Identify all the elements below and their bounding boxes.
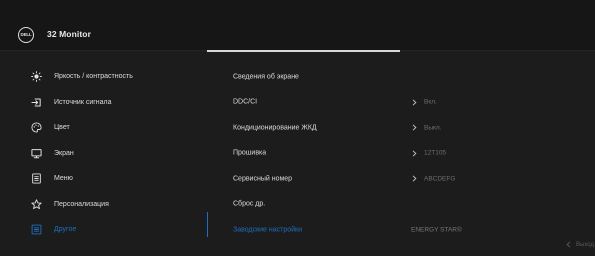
menu-icon: [31, 173, 42, 184]
menu-item-menu[interactable]: Меню: [0, 166, 205, 192]
submenu-item-value: Вкл.: [424, 98, 437, 106]
submenu-item-label: DDC/CI: [233, 98, 258, 106]
chevron-left-icon: [566, 241, 571, 248]
selection-divider: [207, 212, 209, 237]
exit-button[interactable]: Выход: [566, 241, 594, 248]
submenu-item-label: Сведения об экране: [233, 73, 299, 81]
submenu-item-label: Сброс др.: [233, 200, 266, 208]
monitor-title: 32 Monitor: [47, 29, 91, 39]
menu-item-label: Источник сигнала: [54, 98, 112, 106]
submenu-item-value: Выкл.: [424, 124, 442, 132]
exit-label: Выход: [576, 241, 594, 248]
menu-item-brightness-contrast[interactable]: Яркость / контрастность: [0, 64, 205, 90]
menu-item-personalize[interactable]: Персонализация: [0, 192, 205, 218]
other-icon: [31, 224, 42, 235]
color-palette-icon: [31, 122, 42, 133]
submenu-indicator-line: [207, 50, 400, 52]
menu-item-display[interactable]: Экран: [0, 141, 205, 167]
submenu-item-label: Кондиционирование ЖКД: [233, 124, 317, 132]
submenu-item-firmware[interactable]: Прошивка 12T105: [233, 141, 573, 167]
submenu-item-label: Прошивка: [233, 149, 267, 157]
osd-header: DELL 32 Monitor: [0, 0, 595, 50]
monitor-osd: DELL 32 Monitor Яркость / контрастность …: [0, 0, 595, 256]
menu-item-label: Цвет: [54, 124, 70, 132]
submenu-item-service-tag[interactable]: Сервисный номер ABCDEFG: [233, 166, 573, 192]
submenu-item-ddc-ci[interactable]: DDC/CI Вкл.: [233, 90, 573, 116]
submenu-item-label: Заводские настройки: [233, 226, 303, 234]
menu-item-label: Экран: [54, 149, 74, 157]
chevron-right-icon: [412, 124, 417, 131]
display-icon: [31, 148, 42, 159]
menu-item-label: Другое: [54, 226, 77, 234]
menu-item-label: Яркость / контрастность: [54, 73, 133, 81]
menu-item-color[interactable]: Цвет: [0, 115, 205, 141]
submenu-item-label: Сервисный номер: [233, 175, 293, 183]
menu-item-other[interactable]: Другое: [0, 217, 205, 243]
chevron-right-icon: [412, 99, 417, 106]
logo-text: DELL: [20, 31, 32, 37]
brightness-icon: [31, 71, 42, 83]
input-source-icon: [31, 97, 42, 108]
menu-item-label: Персонализация: [54, 200, 109, 208]
menu-item-label: Меню: [54, 175, 73, 183]
submenu-item-reset-other[interactable]: Сброс др.: [233, 192, 573, 218]
star-icon: [31, 199, 42, 210]
submenu-item-lcd-conditioning[interactable]: Кондиционирование ЖКД Выкл.: [233, 115, 573, 141]
chevron-right-icon: [412, 175, 417, 182]
submenu-item-factory-reset[interactable]: Заводские настройки ENERGY STAR®: [233, 217, 573, 243]
dell-logo: DELL: [18, 27, 34, 43]
chevron-right-icon: [412, 150, 417, 157]
main-menu: Яркость / контрастность Источник сигнала: [0, 64, 205, 243]
submenu-item-value: 12T105: [424, 149, 447, 157]
submenu-item-value: ABCDEFG: [424, 175, 456, 183]
menu-item-input-source[interactable]: Источник сигнала: [0, 90, 205, 116]
submenu-other: Сведения об экране DDC/CI Вкл. Кондицион…: [233, 64, 573, 243]
energy-star-label: ENERGY STAR®: [411, 226, 462, 234]
submenu-item-display-info[interactable]: Сведения об экране: [233, 64, 573, 90]
